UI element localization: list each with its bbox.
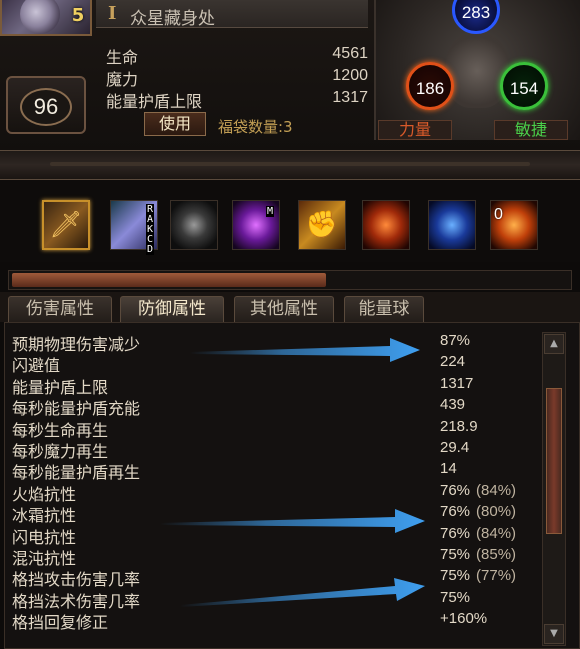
statue-icon — [446, 34, 508, 108]
stat-row-value-main: 75% — [440, 567, 471, 584]
skill-slot-frost-orb[interactable] — [428, 200, 476, 250]
stat-row-value: 75% (85%) — [440, 546, 516, 563]
stat-row-value: 75% (77%) — [440, 567, 516, 584]
stat-row-value-max: (85%) — [476, 546, 517, 563]
scroll-thumb[interactable] — [546, 388, 562, 534]
slot-badge-d: D — [146, 244, 155, 255]
stat-row-value: 76% (84%) — [440, 482, 516, 499]
skill-slot-fire-hand[interactable] — [362, 200, 410, 250]
stat-row-label: 每秒能量护盾充能 — [12, 399, 141, 418]
stat-row-label: 格挡回复修正 — [12, 613, 109, 632]
stat-value-mana: 1200 — [332, 67, 368, 84]
scroll-up-icon[interactable]: ▲ — [544, 334, 564, 354]
stat-value-life: 4561 — [332, 45, 368, 62]
progress-fill — [12, 273, 326, 287]
stat-row-label: 闪避值 — [12, 356, 61, 375]
stat-row-label: 冰霜抗性 — [12, 506, 77, 525]
stat-row-label: 格挡攻击伤害几率 — [12, 570, 141, 589]
stat-row-value: 76% (80%) — [440, 503, 516, 520]
portrait-face — [20, 0, 60, 34]
stat-label-life: 生命 — [106, 48, 139, 67]
stat-label-es: 能量护盾上限 — [106, 92, 203, 111]
stat-row-value-main: 87% — [440, 332, 471, 349]
stat-value-es: 1317 — [332, 89, 368, 106]
stat-row-value: 75% — [440, 589, 470, 606]
stat-row-value-max: (84%) — [476, 525, 517, 542]
strength-orb[interactable]: 186 — [406, 62, 454, 110]
stat-row-value-main: 14 — [440, 460, 457, 477]
stat-label-mana: 魔力 — [106, 70, 139, 89]
stat-row-value-main: 75% — [440, 546, 471, 563]
stat-row-value: 76% (84%) — [440, 525, 516, 542]
stat-row-label: 每秒能量护盾再生 — [12, 463, 141, 482]
stat-row-value-main: 1317 — [440, 375, 474, 392]
sword-icon: 🗡 — [49, 210, 83, 240]
stat-row-value: 439 — [440, 396, 465, 413]
stat-row-value: 224 — [440, 353, 465, 370]
stat-row-value-max: (80%) — [476, 503, 517, 520]
stat-row-value: 1317 — [440, 375, 473, 392]
tab-energy-orb[interactable]: 能量球 — [344, 296, 424, 322]
divider-ornament — [50, 162, 530, 166]
stat-row-value-main: +160% — [440, 610, 488, 627]
use-button[interactable]: 使用 — [144, 112, 206, 136]
stat-row-value-main: 76% — [440, 482, 471, 499]
stat-row-value: 14 — [440, 460, 457, 477]
stat-row-value-main: 75% — [440, 589, 471, 606]
stat-row-value-main: 76% — [440, 503, 471, 520]
character-name: 众星藏身处 — [130, 9, 215, 29]
stat-row-value: 29.4 — [440, 439, 469, 456]
fist-icon: ✊ — [305, 210, 339, 240]
tab-defense[interactable]: 防御属性 — [120, 296, 224, 322]
skill-slot-armor[interactable] — [170, 200, 218, 250]
stat-row-value: 218.9 — [440, 418, 478, 435]
dexterity-orb[interactable]: 154 — [500, 62, 548, 110]
stat-row-value-max: (84%) — [476, 482, 517, 499]
tab-other[interactable]: 其他属性 — [234, 296, 334, 322]
stat-row-value-max: (77%) — [476, 567, 517, 584]
rank-badge: 5 — [71, 5, 85, 26]
stat-row-value-main: 439 — [440, 396, 466, 413]
dexterity-label: 敏捷 — [494, 120, 568, 140]
stat-row-value-main: 224 — [440, 353, 466, 370]
stat-row-value-main: 218.9 — [440, 418, 478, 435]
scroll-down-icon[interactable]: ▼ — [544, 624, 564, 644]
bag-count: 福袋数量:3 — [218, 118, 293, 136]
slot-count: 0 — [494, 206, 503, 223]
strength-label: 力量 — [378, 120, 452, 140]
character-level: 96 — [20, 88, 72, 126]
stat-row-value: +160% — [440, 610, 487, 627]
slot-badge-m: M — [266, 206, 275, 217]
hideout-icon: Ⅰ — [108, 3, 117, 24]
stat-row-value-main: 76% — [440, 525, 471, 542]
stat-row-value: 87% — [440, 332, 470, 349]
tab-damage[interactable]: 伤害属性 — [8, 296, 112, 322]
stat-row-value-main: 29.4 — [440, 439, 470, 456]
